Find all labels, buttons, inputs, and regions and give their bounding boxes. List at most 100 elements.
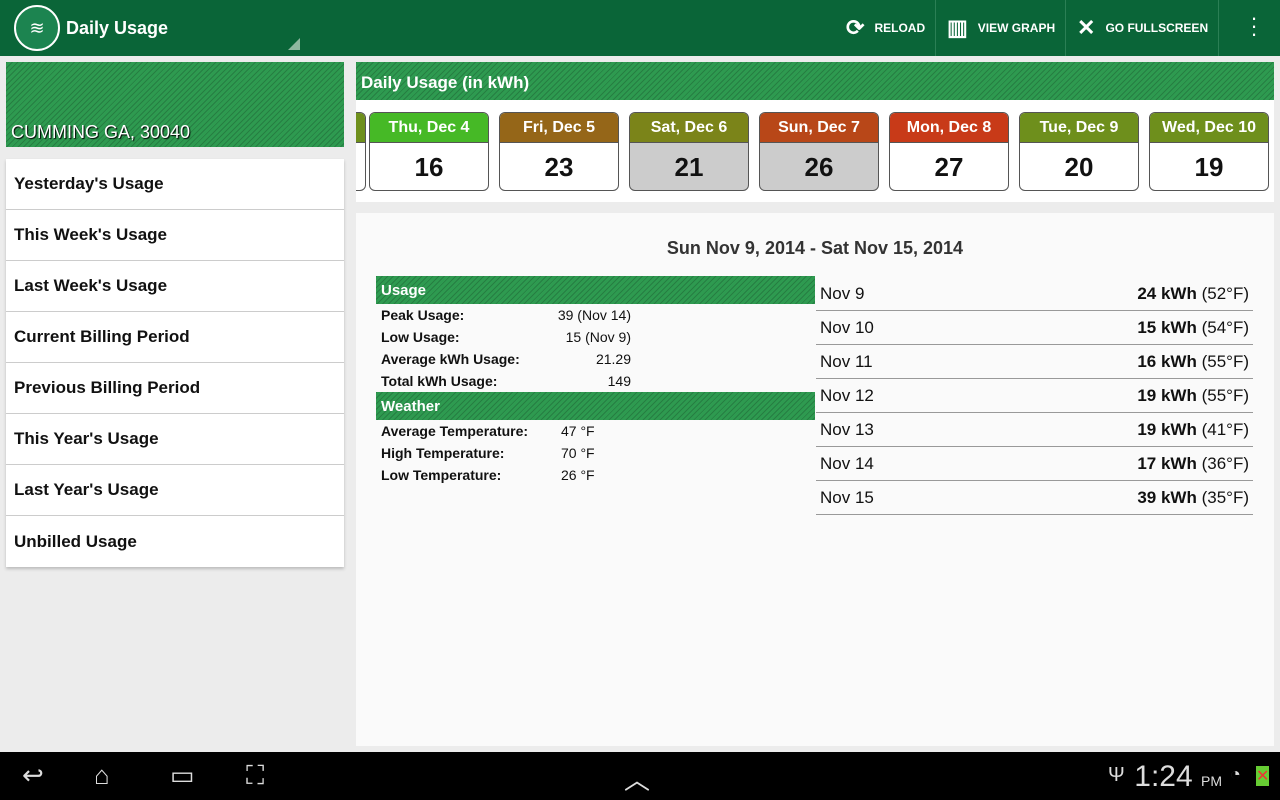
day-card-label: Wed, Dec 10 <box>1150 113 1268 143</box>
daily-usage-panel: Daily Usage (in kWh) Thu, Dec 4 16 Fri, De… <box>356 62 1274 202</box>
day-card-label: Tue, Dec 9 <box>1020 113 1138 143</box>
list-usage: 24 kWh <box>1137 283 1197 303</box>
daily-list-item: Nov 15 39 kWh (35°F) <box>816 481 1253 515</box>
stat-label: Peak Usage: <box>381 307 465 323</box>
day-card-label: Sun, Dec 7 <box>760 113 878 143</box>
stat-label: Total kWh Usage: <box>381 373 498 389</box>
day-card-value: 16 <box>414 152 444 182</box>
stat-label: Low Usage: <box>381 329 460 345</box>
app-title: Daily Usage <box>66 17 169 38</box>
recent-apps-icon[interactable]: ▭ <box>170 760 195 791</box>
list-date: Nov 13 <box>820 419 874 439</box>
list-temp: (35°F) <box>1201 487 1249 507</box>
sidebar-item-yesterday[interactable]: Yesterday's Usage <box>6 159 344 210</box>
daily-usage-title: Daily Usage (in kWh) <box>356 62 1274 100</box>
stat-label: Average kWh Usage: <box>381 351 520 367</box>
status-clock: 1:24 PM <box>1134 760 1222 793</box>
usage-stat: Total kWh Usage: 149 <box>381 373 631 389</box>
usb-icon: Ψ <box>1108 764 1125 786</box>
day-card[interactable]: Mon, Dec 8 27 <box>889 112 1009 191</box>
chevron-up-icon[interactable]: ︿ <box>624 760 650 797</box>
weather-stat: High Temperature: 70 °F <box>381 445 595 461</box>
usage-stat: Low Usage: 15 (Nov 9) <box>381 329 631 345</box>
day-card-value: 23 <box>544 152 574 182</box>
daily-list: Nov 9 24 kWh (52°F) Nov 10 15 kWh (54°F) Nov… <box>816 277 1253 515</box>
list-usage: 15 kWh <box>1137 317 1197 337</box>
usage-section-header: Usage <box>376 276 815 304</box>
day-card-value: 21 <box>674 152 704 182</box>
stat-value: 21.29 <box>595 351 631 367</box>
sidebar-item-previous-billing[interactable]: Previous Billing Period <box>6 363 344 414</box>
stat-label: Low Temperature: <box>381 467 502 483</box>
day-card-label: Sat, Dec 6 <box>630 113 748 143</box>
day-card-value: 20 <box>1064 152 1094 182</box>
daily-list-item: Nov 13 19 kWh (41°F) <box>816 413 1253 447</box>
day-card[interactable]: Thu, Dec 4 16 <box>369 112 489 191</box>
bar-chart-icon: ▥ <box>947 15 968 40</box>
daily-list-item: Nov 10 15 kWh (54°F) <box>816 311 1253 345</box>
sidebar-item-this-year[interactable]: This Year's Usage <box>6 414 344 465</box>
daily-list-item: Nov 11 16 kWh (55°F) <box>816 345 1253 379</box>
dropdown-indicator-icon <box>288 38 300 50</box>
daily-list-item: Nov 12 19 kWh (55°F) <box>816 379 1253 413</box>
list-temp: (54°F) <box>1201 317 1249 337</box>
reload-button[interactable]: ⟳ RELOAD <box>836 0 937 56</box>
summary-panel: Sun Nov 9, 2014 - Sat Nov 15, 2014 Usage… <box>356 213 1274 746</box>
system-nav-bar: ↩ ⌂ ▭ ⛶ ︿ Ψ 1:24 PM ◔ ✕ <box>0 752 1280 800</box>
list-temp: (52°F) <box>1201 283 1249 303</box>
list-date: Nov 15 <box>820 487 874 507</box>
back-icon[interactable]: ↩ <box>22 760 44 791</box>
sidebar: Yesterday's Usage This Week's Usage Last… <box>6 159 344 567</box>
fullscreen-icon: ✕ <box>1077 15 1096 40</box>
weather-stat: Low Temperature: 26 °F <box>381 467 595 483</box>
day-card-value: 26 <box>804 152 834 182</box>
list-usage: 39 kWh <box>1137 487 1197 507</box>
stat-value: 15 (Nov 9) <box>565 329 631 345</box>
date-range: Sun Nov 9, 2014 - Sat Nov 15, 2014 <box>666 238 964 258</box>
day-card-partial[interactable] <box>356 112 366 191</box>
list-temp: (55°F) <box>1201 385 1249 405</box>
sidebar-item-unbilled[interactable]: Unbilled Usage <box>6 516 344 567</box>
weather-section-header: Weather <box>376 392 815 420</box>
day-card[interactable]: Wed, Dec 10 19 <box>1149 112 1269 191</box>
sidebar-item-this-week[interactable]: This Week's Usage <box>6 210 344 261</box>
stat-value: 70 °F <box>561 445 595 461</box>
sidebar-item-last-year[interactable]: Last Year's Usage <box>6 465 344 516</box>
location-banner: CUMMING GA, 30040 <box>6 62 344 147</box>
day-card[interactable]: Tue, Dec 9 20 <box>1019 112 1139 191</box>
app-logo-icon[interactable]: ≋ <box>14 5 60 51</box>
sidebar-item-current-billing[interactable]: Current Billing Period <box>6 312 344 363</box>
weather-stat: Average Temperature: 47 °F <box>381 423 595 439</box>
day-card[interactable]: Sun, Dec 7 26 <box>759 112 879 191</box>
day-card-value: 19 <box>1194 152 1224 182</box>
day-card-label: Mon, Dec 8 <box>890 113 1008 143</box>
day-card-value: 27 <box>934 152 964 182</box>
list-date: Nov 11 <box>820 351 873 371</box>
list-usage: 16 kWh <box>1137 351 1197 371</box>
day-card-label: Fri, Dec 5 <box>500 113 618 143</box>
wifi-icon: ◔ <box>1230 764 1241 784</box>
list-date: Nov 9 <box>820 283 865 303</box>
day-card[interactable]: Fri, Dec 5 23 <box>499 112 619 191</box>
overflow-menu-icon[interactable]: · · · <box>1250 7 1258 45</box>
stat-value: 47 °F <box>561 423 595 439</box>
list-temp: (55°F) <box>1201 351 1249 371</box>
daily-list-item: Nov 14 17 kWh (36°F) <box>816 447 1253 481</box>
go-fullscreen-button[interactable]: ✕ GO FULLSCREEN <box>1067 0 1220 56</box>
list-date: Nov 12 <box>820 385 874 405</box>
day-card[interactable]: Sat, Dec 6 21 <box>629 112 749 191</box>
list-date: Nov 10 <box>820 317 874 337</box>
reload-icon: ⟳ <box>846 15 865 40</box>
list-temp: (41°F) <box>1201 419 1249 439</box>
day-card-label: Thu, Dec 4 <box>370 113 488 143</box>
sidebar-item-last-week[interactable]: Last Week's Usage <box>6 261 344 312</box>
list-usage: 19 kWh <box>1137 419 1197 439</box>
stat-label: Average Temperature: <box>381 423 529 439</box>
daily-list-item: Nov 9 24 kWh (52°F) <box>816 277 1253 311</box>
usage-stat: Average kWh Usage: 21.29 <box>381 351 631 367</box>
screenshot-icon[interactable]: ⛶ <box>246 760 264 792</box>
home-icon[interactable]: ⌂ <box>94 760 110 791</box>
view-graph-button[interactable]: ▥ VIEW GRAPH <box>937 0 1067 56</box>
stat-value: 26 °F <box>561 467 595 483</box>
action-bar: ≋ Daily Usage ⟳ RELOAD ▥ VIEW GRAPH ✕ GO FU… <box>0 0 1280 56</box>
